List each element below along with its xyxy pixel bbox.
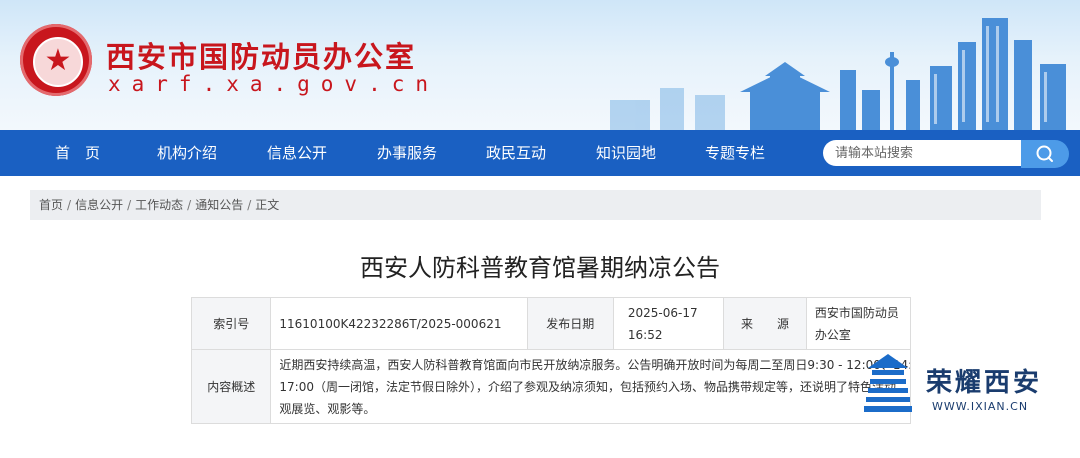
breadcrumb-separator: /: [187, 198, 192, 212]
nav-item-info-disclosure[interactable]: 信息公开: [267, 130, 327, 176]
site-name[interactable]: 西安市国防动员办公室: [106, 34, 416, 76]
nav-item-interaction[interactable]: 政民互动: [486, 130, 546, 176]
nav-item-about[interactable]: 机构介绍: [157, 130, 217, 176]
page-title: 西安人防科普教育馆暑期纳凉公告: [360, 254, 720, 282]
breadcrumb-separator: /: [127, 198, 132, 212]
source-value-line2: 办公室: [814, 327, 851, 342]
summary-label: 内容概述: [190, 349, 272, 424]
summary-text: 近期西安持续高温，西安人防科普教育馆面向市民开放纳凉服务。公告明确开放时间为每周…: [270, 349, 911, 424]
summary-line-2: 17:00（周一闭馆，法定节假日除外），介绍了参观及纳凉须知，包括预约入场、物品…: [279, 379, 908, 394]
nav-item-topics[interactable]: 专题专栏: [705, 130, 765, 176]
date-value: 2025-06-17 16:52: [612, 297, 725, 350]
date-value-time: 16:52: [627, 327, 663, 342]
national-defense-emblem-logo[interactable]: ★: [20, 24, 92, 96]
meta-row-summary: 内容概述 近期西安持续高温，西安人防科普教育馆面向市民开放纳凉服务。公告明确开放…: [190, 349, 911, 424]
search-icon: [1036, 145, 1053, 162]
source-value: 西安市国防动员 办公室: [805, 297, 912, 350]
nav-item-home[interactable]: 首 页: [55, 130, 100, 176]
search-button[interactable]: [1021, 140, 1069, 168]
source-label: 来 源: [723, 297, 807, 350]
header-banner: ★ 西安市国防动员办公室 xarf.xa.gov.cn: [0, 0, 1080, 130]
index-label: 索引号: [190, 297, 272, 350]
search-input[interactable]: [823, 140, 1021, 166]
nav-item-services[interactable]: 办事服务: [377, 130, 437, 176]
summary-line-3: 观展览、观影等。: [279, 401, 376, 416]
watermark-text: 荣耀西安: [920, 366, 1049, 400]
breadcrumb: 首页 / 信息公开 / 工作动态 / 通知公告 / 正文: [30, 190, 1041, 220]
breadcrumb-work-news[interactable]: 工作动态: [135, 198, 183, 212]
summary-line-1: 近期西安持续高温，西安人防科普教育馆面向市民开放纳凉服务。公告明确开放时间为每周…: [279, 357, 911, 372]
breadcrumb-current: 正文: [255, 198, 280, 212]
nav-item-knowledge[interactable]: 知识园地: [596, 130, 656, 176]
index-value: 11610100K42232286T/2025-000621: [270, 297, 528, 350]
breadcrumb-info-disclosure[interactable]: 信息公开: [75, 198, 123, 212]
breadcrumb-home[interactable]: 首页: [39, 198, 63, 212]
article-meta-table: 索引号 11610100K42232286T/2025-000621 发布日期 …: [190, 297, 912, 424]
breadcrumb-separator: /: [247, 198, 252, 212]
meta-row-index: 索引号 11610100K42232286T/2025-000621 发布日期 …: [190, 297, 912, 350]
city-skyline-illustration: [610, 18, 1066, 130]
emblem-inner: ★: [33, 37, 83, 87]
star-icon: ★: [44, 43, 72, 78]
breadcrumb-notices[interactable]: 通知公告: [195, 198, 243, 212]
site-domain: xarf.xa.gov.cn: [108, 72, 440, 96]
breadcrumb-separator: /: [67, 198, 72, 212]
watermark-url: WWW.IXIAN.CN: [928, 400, 1033, 413]
date-value-date: 2025-06-17: [627, 305, 698, 320]
date-label: 发布日期: [526, 297, 614, 350]
source-value-line1: 西安市国防动员: [814, 305, 899, 320]
